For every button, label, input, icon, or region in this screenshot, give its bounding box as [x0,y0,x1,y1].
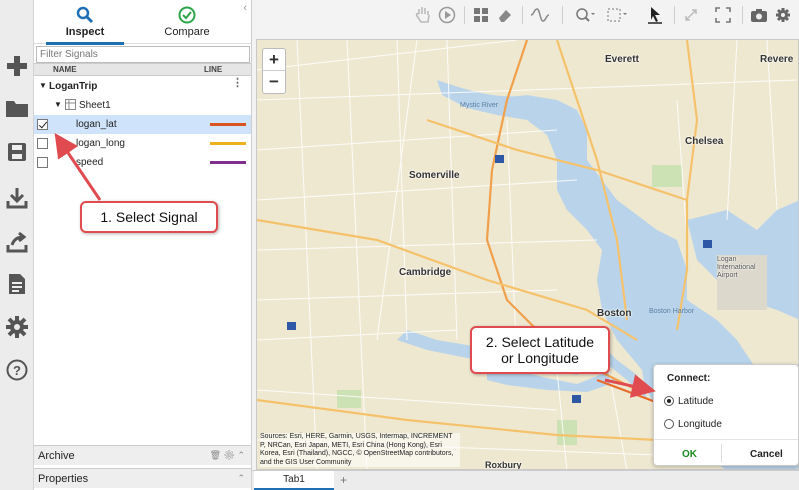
zoom-out-button[interactable]: − [263,71,285,93]
import-download-icon[interactable] [3,184,31,212]
export-share-icon[interactable] [3,228,31,256]
tab-compare-label: Compare [164,26,210,38]
signal-row[interactable]: logan_long [34,134,251,153]
pan-hand-icon[interactable] [412,4,434,26]
archive-label: Archive [38,450,75,462]
sheet-row[interactable]: ▼ Sheet1 [34,96,251,115]
radio-selected-icon[interactable] [664,396,674,406]
longitude-label: Longitude [678,419,722,430]
left-toolbar: ? [0,0,34,490]
run-name: LoganTrip [49,81,98,92]
map-label-everett: Everett [605,54,639,65]
map-label-mystic-river: Mystic River [460,102,499,109]
table-sheet-icon [65,99,76,113]
map-label-revere: Revere [760,54,794,65]
expand-arrow-icon[interactable]: ▼ [39,81,47,90]
latitude-radio[interactable]: Latitude [664,395,784,409]
app-window: ? Inspect Compare ‹ NAME LINE [0,0,799,490]
view-tabstrip: Tab1 + [252,470,799,490]
connect-popup: Connect: Latitude Longitude OK Cancel [653,364,799,466]
panel-tabs: Inspect Compare ‹ [34,0,251,45]
eraser-icon[interactable] [494,4,516,26]
signal-panel: Inspect Compare ‹ NAME LINE ▼ LoganTrip … [34,0,252,490]
map-label-boston: Boston [597,308,632,319]
map-label-boston-harbor: Boston Harbor [649,308,695,315]
save-disk-icon[interactable] [3,138,31,166]
add-tab-button[interactable]: + [340,473,347,487]
map-label-roxbury: Roxbury [485,460,522,470]
map-attribution: Sources: Esri, HERE, Garmin, USGS, Inter… [260,433,460,467]
layout-grid-icon[interactable] [470,4,492,26]
signal-checkbox[interactable] [37,119,48,130]
radio-unselected-icon[interactable] [664,419,674,429]
snapshot-camera-icon[interactable] [748,4,770,26]
signal-line-color[interactable] [210,142,246,145]
signal-name: speed [76,157,104,168]
new-plus-icon[interactable] [3,52,31,80]
open-folder-icon[interactable] [3,94,31,122]
tab-inspect-label: Inspect [65,26,105,38]
map-label-cambridge: Cambridge [399,267,452,278]
tab-inspect[interactable]: Inspect [40,4,130,45]
expand-arrow-icon[interactable]: ▼ [54,100,62,109]
ok-button[interactable]: OK [682,449,697,460]
help-icon[interactable]: ? [3,356,31,384]
callout-line-1: 2. Select Latitude [485,334,595,350]
signal-wave-icon[interactable] [530,4,552,26]
map-label-somerville: Somerville [409,170,460,181]
column-header: NAME LINE [34,63,251,76]
latitude-label: Latitude [678,396,714,407]
signal-name: logan_long [76,138,125,149]
zoom-in-button[interactable]: + [263,49,285,71]
zoom-in-icon[interactable] [574,4,596,26]
toolbar-settings-gear-icon[interactable] [772,4,794,26]
magnifier-icon [40,4,130,26]
collapse-panel-icon[interactable]: ‹ [243,2,247,14]
run-row[interactable]: ▼ LoganTrip ⋮ [34,77,251,96]
filter-signals-input[interactable] [36,46,250,63]
column-line: LINE [204,65,223,74]
connect-buttons: OK Cancel [654,439,798,466]
signal-line-color[interactable] [210,161,246,164]
signal-row[interactable]: logan_lat [34,115,251,134]
callout-select-signal: 1. Select Signal [80,201,218,233]
settings-gear-icon[interactable] [3,313,31,341]
play-icon[interactable] [436,4,458,26]
archive-controls-icon[interactable]: 🗑 ⚙ ⌃ [210,450,245,461]
signal-checkbox[interactable] [37,138,48,149]
fit-view-icon[interactable] [606,4,628,26]
tab-compare[interactable]: Compare [142,4,232,38]
signal-name: logan_lat [76,119,117,130]
cursor-select-icon[interactable] [644,4,666,26]
signal-line-color[interactable] [210,123,246,126]
signal-row[interactable]: speed [34,153,251,172]
map-label-logan-airport: Logan International Airport [717,256,756,279]
report-document-icon[interactable] [3,270,31,298]
sheet-name: Sheet1 [79,100,111,111]
zoom-control: + − [262,48,286,94]
tab-tab1[interactable]: Tab1 [254,471,334,490]
expand-arrows-icon[interactable] [680,4,702,26]
map-label-chelsea: Chelsea [685,136,724,147]
fullscreen-icon[interactable] [712,4,734,26]
callout-line-2: or Longitude [501,350,579,366]
expand-properties-icon[interactable]: ⌃ [237,473,245,484]
more-options-icon[interactable]: ⋮ [232,78,243,89]
properties-label: Properties [38,473,89,485]
callout-select-latlon: 2. Select Latitude or Longitude [470,326,610,374]
check-circle-icon [142,4,232,26]
properties-section[interactable]: Properties ⌃ [34,468,251,488]
svg-text:?: ? [13,363,21,378]
longitude-radio[interactable]: Longitude [664,418,784,432]
archive-section[interactable]: Archive 🗑 ⚙ ⌃ [34,445,251,465]
cancel-button[interactable]: Cancel [750,449,783,460]
column-name: NAME [53,65,77,74]
connect-title: Connect: [667,373,711,384]
signal-checkbox[interactable] [37,157,48,168]
plot-toolbar [252,0,799,32]
